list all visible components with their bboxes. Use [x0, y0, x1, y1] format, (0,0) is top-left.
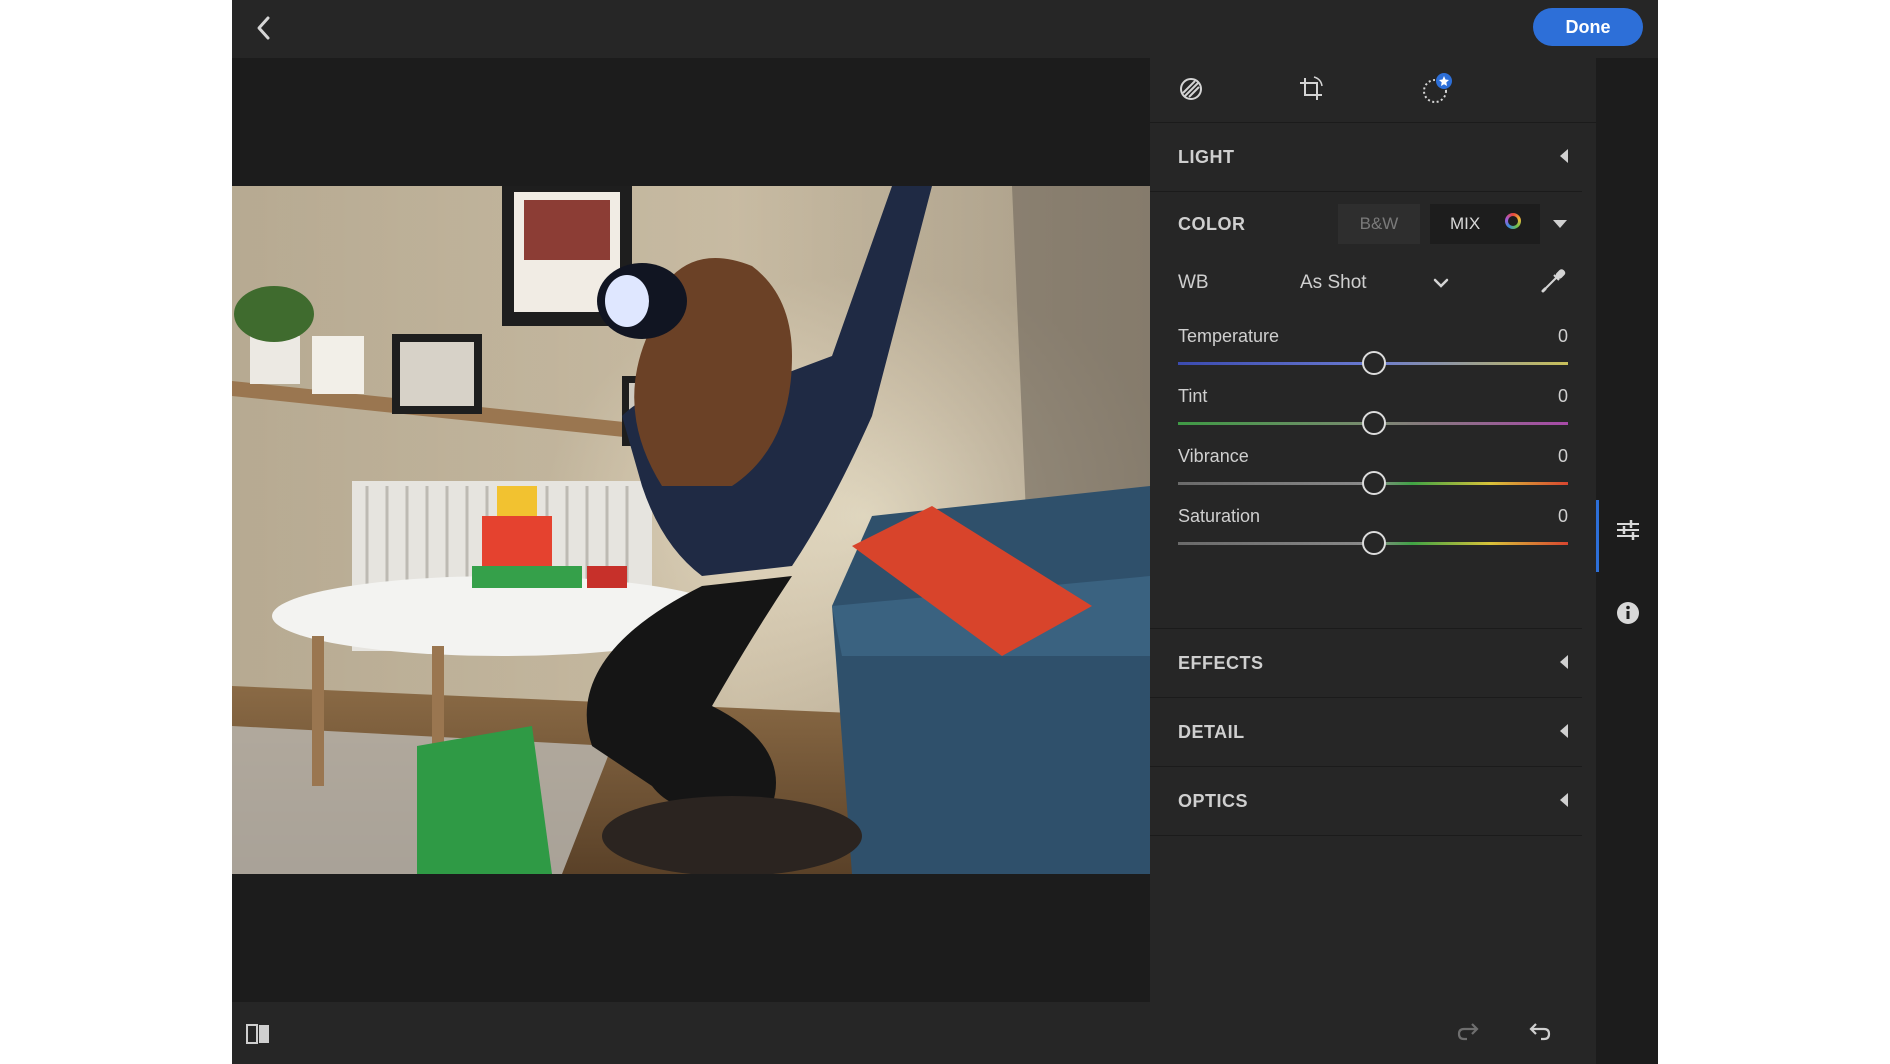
- bottom-toolbar-left: [232, 1002, 1150, 1064]
- top-bar: Done: [232, 0, 1658, 58]
- section-color-title: COLOR: [1178, 214, 1246, 234]
- tab-crop[interactable]: [1294, 72, 1328, 106]
- section-optics[interactable]: OPTICS: [1150, 767, 1582, 836]
- photo-preview[interactable]: [232, 186, 1150, 874]
- slider-thumb[interactable]: [1362, 411, 1386, 435]
- edit-panel: LIGHT COLOR B&W MIX WB As Shot Temperatu…: [1150, 58, 1596, 1002]
- collapse-caret-icon: [1560, 793, 1568, 807]
- section-light-title: LIGHT: [1178, 147, 1235, 167]
- chevron-down-icon: [1433, 278, 1449, 288]
- slider-saturation: Saturation 0: [1150, 506, 1582, 576]
- slider-label: Tint: [1178, 386, 1208, 406]
- slider-value[interactable]: 0: [1558, 506, 1568, 527]
- image-canvas: [232, 58, 1150, 1002]
- collapse-caret-icon: [1560, 655, 1568, 669]
- slider-thumb[interactable]: [1362, 351, 1386, 375]
- slider-value[interactable]: 0: [1558, 446, 1568, 467]
- slider-label: Vibrance: [1178, 446, 1249, 466]
- done-button[interactable]: Done: [1533, 8, 1643, 46]
- slider-track[interactable]: [1178, 471, 1568, 495]
- edit-adjust-icon: [1180, 78, 1202, 100]
- tab-edit[interactable]: [1174, 72, 1208, 106]
- slider-label: Temperature: [1178, 326, 1280, 346]
- back-button[interactable]: [244, 10, 284, 46]
- eyedropper-button[interactable]: [1538, 266, 1568, 296]
- edit-sliders-button[interactable]: [1613, 515, 1643, 545]
- expand-caret-icon[interactable]: [1553, 220, 1567, 228]
- back-chevron-icon: [257, 16, 270, 40]
- crop-rotate-icon: [1300, 76, 1323, 100]
- active-indicator: [1596, 500, 1599, 572]
- section-effects[interactable]: EFFECTS: [1150, 629, 1582, 698]
- color-mix-button[interactable]: MIX: [1430, 204, 1540, 244]
- photo-image: [232, 186, 1150, 874]
- redo-icon: [1457, 1023, 1479, 1041]
- section-detail-title: DETAIL: [1178, 722, 1245, 742]
- collapse-caret-icon: [1560, 149, 1568, 163]
- undo-button[interactable]: [1524, 1018, 1554, 1048]
- right-rail: [1596, 58, 1658, 1064]
- sliders-icon: [1617, 520, 1639, 540]
- section-effects-title: EFFECTS: [1178, 653, 1264, 673]
- section-detail[interactable]: DETAIL: [1150, 698, 1582, 767]
- color-mix-label: MIX: [1450, 214, 1481, 233]
- wb-dropdown[interactable]: As Shot: [1300, 264, 1460, 304]
- bw-toggle-button[interactable]: B&W: [1338, 204, 1420, 244]
- redo-button[interactable]: [1454, 1018, 1484, 1048]
- tab-presets[interactable]: [1420, 72, 1454, 106]
- presets-star-icon: [1423, 73, 1452, 103]
- collapse-caret-icon: [1560, 724, 1568, 738]
- color-wheel-icon: [1505, 213, 1521, 229]
- panel-tabs: [1150, 58, 1596, 123]
- section-color: COLOR B&W MIX WB As Shot Temperature 0 T…: [1150, 192, 1582, 629]
- section-light[interactable]: LIGHT: [1150, 123, 1582, 192]
- photo-editor-app: Done LIGHT COLOR B&W MIX WB As Shot Temp…: [232, 0, 1658, 1064]
- wb-label: WB: [1178, 272, 1209, 293]
- slider-label: Saturation: [1178, 506, 1261, 526]
- undo-icon: [1529, 1023, 1551, 1041]
- slider-value[interactable]: 0: [1558, 326, 1568, 347]
- slider-track[interactable]: [1178, 351, 1568, 375]
- slider-track[interactable]: [1178, 531, 1568, 555]
- info-button[interactable]: [1613, 598, 1643, 628]
- before-after-icon: [246, 1024, 269, 1044]
- slider-value[interactable]: 0: [1558, 386, 1568, 407]
- slider-thumb[interactable]: [1362, 471, 1386, 495]
- wb-value: As Shot: [1300, 272, 1367, 293]
- before-after-button[interactable]: [244, 1020, 272, 1048]
- info-icon: [1617, 602, 1639, 624]
- slider-track[interactable]: [1178, 411, 1568, 435]
- bottom-toolbar-right: [1150, 1002, 1596, 1064]
- eyedropper-icon: [1541, 269, 1566, 293]
- section-optics-title: OPTICS: [1178, 791, 1249, 811]
- slider-thumb[interactable]: [1362, 531, 1386, 555]
